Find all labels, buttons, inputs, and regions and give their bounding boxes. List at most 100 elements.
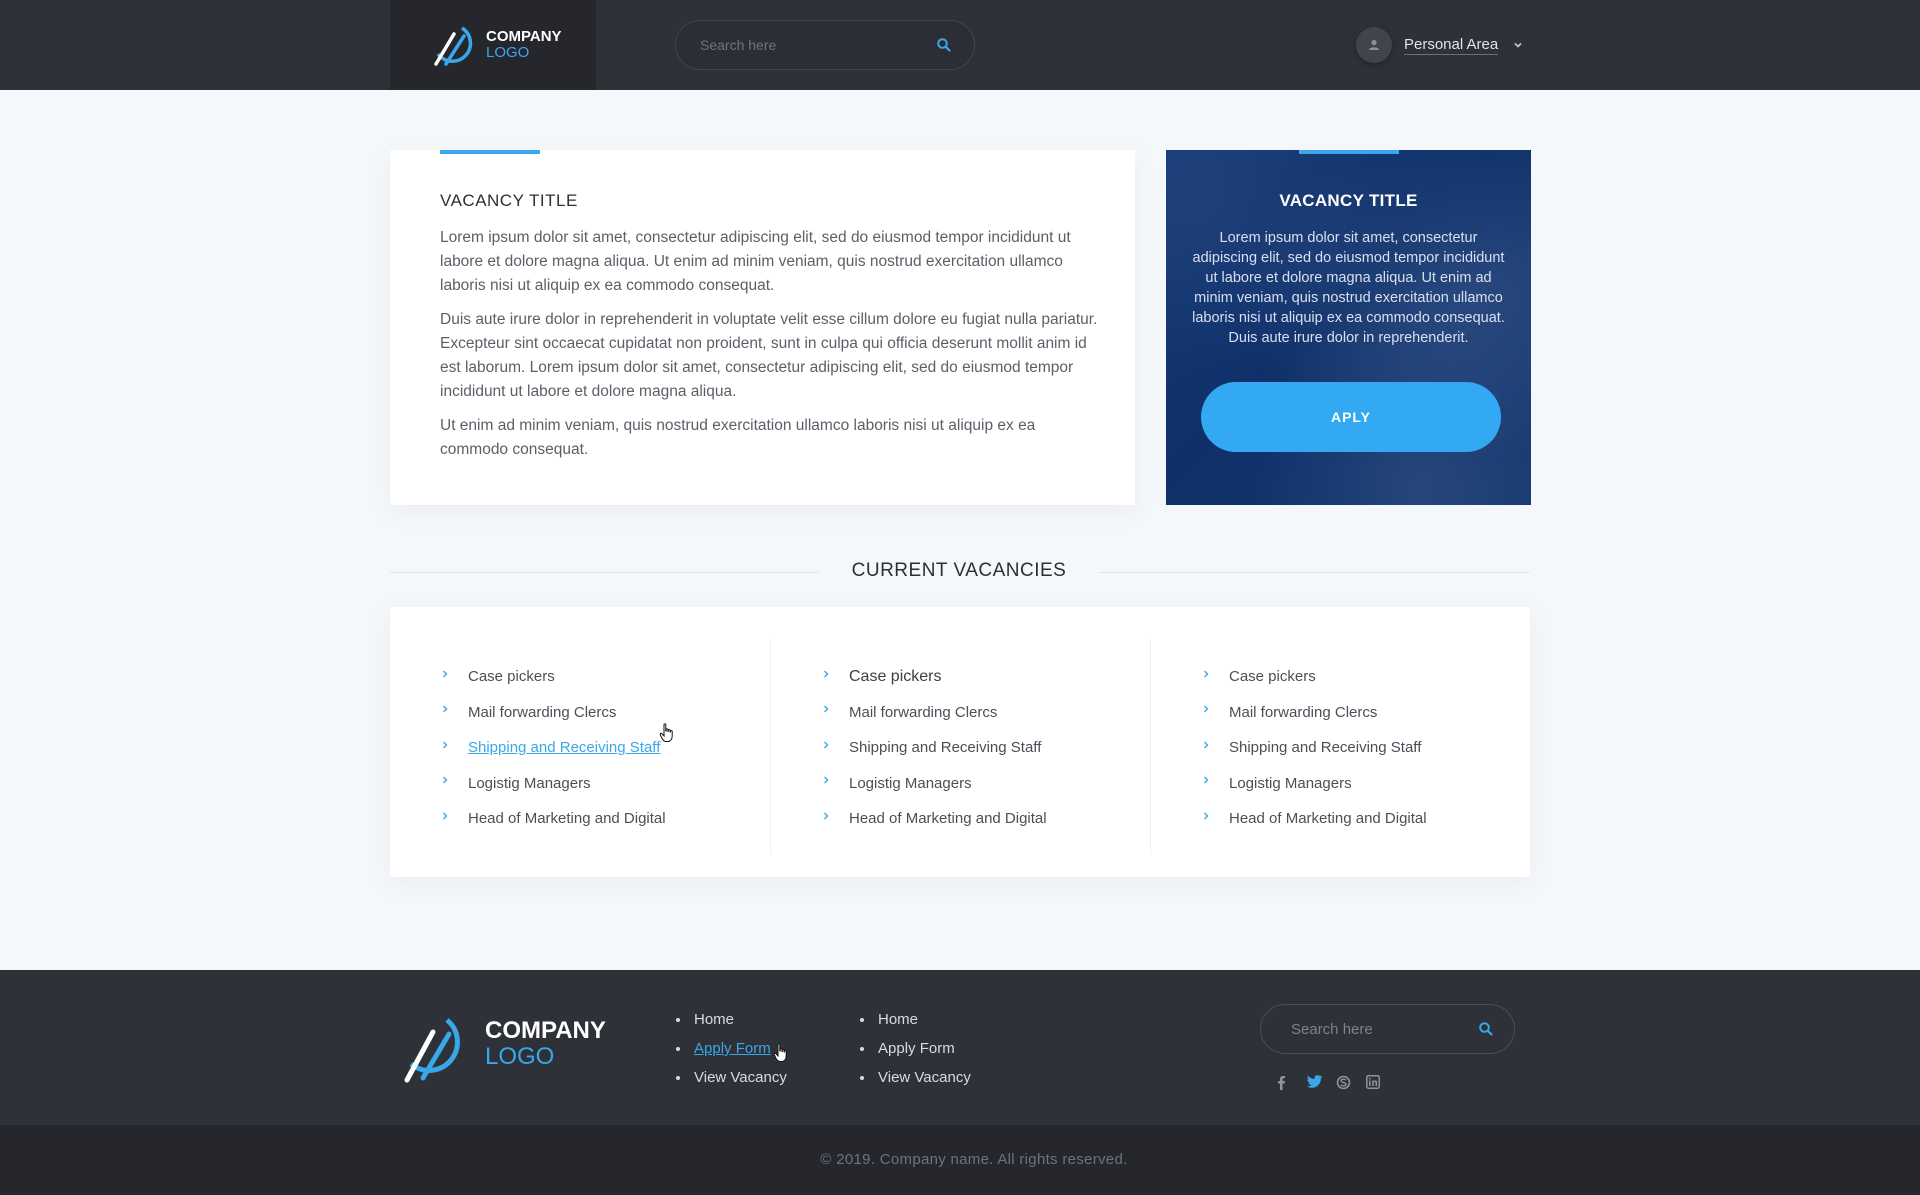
vacancy-link[interactable]: Mail forwarding Clercs [821,695,1047,731]
footer-link-label: Home [878,1011,919,1028]
vacancy-column-3: Case pickers Mail forwarding Clercs Ship… [1150,639,1530,854]
vacancy-link-label: Shipping and Receiving Staff [849,739,1042,757]
footer-link-home[interactable]: Home [860,1005,971,1034]
logo-line-company: COMPANY [486,28,562,45]
apply-card: VACANCY TITLE Lorem ipsum dolor sit amet… [1166,150,1531,505]
vacancy-link-label: Mail forwarding Clercs [849,703,998,721]
hand-cursor-icon [773,1043,787,1062]
vacancy-link-label: Case pickers [1229,668,1316,686]
vacancy-column-2: Case pickers Mail forwarding Clercs Ship… [770,639,1150,854]
footer-search-input[interactable] [1291,1019,1471,1039]
current-vacancies-heading: CURRENT VACANCIES [390,556,1530,590]
chevron-right-icon [824,741,829,749]
vacancy-paragraph: Lorem ipsum dolor sit amet, consectetur … [440,229,1071,294]
search-icon[interactable] [1478,1021,1494,1037]
footer-link-view-vacancy[interactable]: View Vacancy [676,1063,787,1092]
vacancy-link[interactable]: Head of Marketing and Digital [1201,801,1427,837]
chevron-right-icon [824,776,829,784]
header-search [675,20,975,70]
divider-line [1098,572,1530,573]
vacancy-link[interactable]: Logistig Managers [1201,766,1427,802]
chevron-right-icon [443,670,448,678]
vacancy-link-label: Mail forwarding Clercs [468,703,617,721]
copyright-bar: © 2019. Company name. All rights reserve… [0,1125,1920,1195]
vacancy-link[interactable]: Logistig Managers [821,766,1047,802]
logo-mark-icon[interactable] [403,1012,465,1084]
apply-card-text: Lorem ipsum dolor sit amet, consectetur … [1192,230,1505,346]
top-header: COMPANY LOGO Personal Area [0,0,1920,90]
copyright-text: © 2019. Company name. All rights reserve… [820,1151,1128,1168]
bullet-icon [676,1075,680,1080]
vacancy-paragraph: Duis aute irure dolor in reprehenderit i… [440,311,1098,400]
header-search-input[interactable] [700,35,920,55]
chevron-right-icon [443,776,448,784]
footer-link-home[interactable]: Home [676,1005,787,1034]
vacancy-link-label: Logistig Managers [1229,774,1352,792]
footer-link-apply-form[interactable]: Apply Form [676,1034,787,1063]
chevron-down-icon[interactable] [1512,39,1524,51]
vacancy-title: VACANCY TITLE [440,191,578,210]
footer-link-apply-form[interactable]: Apply Form [860,1034,971,1063]
vacancy-link-label: Logistig Managers [849,774,972,792]
vacancy-link[interactable]: Case pickers [1201,659,1427,695]
site-footer: COMPANY LOGO Home Apply Form View Vacanc… [0,970,1920,1125]
search-icon[interactable] [936,37,952,53]
vacancy-link-label: Shipping and Receiving Staff [468,739,661,757]
vacancy-link[interactable]: Head of Marketing and Digital [821,801,1047,837]
apply-button[interactable]: APLY [1201,382,1501,452]
personal-area-menu[interactable]: Personal Area [1356,27,1524,63]
vacancy-description: Lorem ipsum dolor sit amet, consectetur … [440,226,1100,472]
chevron-right-icon [1204,741,1209,749]
user-icon [1369,39,1379,50]
footer-link-label: View Vacancy [878,1069,971,1086]
section-title: CURRENT VACANCIES [851,560,1067,581]
vacancy-link[interactable]: Shipping and Receiving Staff [1201,730,1427,766]
vacancy-link-label: Case pickers [468,668,555,686]
vacancy-column-1: Case pickers Mail forwarding Clercs Ship… [390,639,770,854]
vacancy-link[interactable]: Logistig Managers [440,766,666,802]
apply-card-title: VACANCY TITLE [1279,191,1418,210]
bullet-icon [860,1046,864,1051]
vacancy-link-label: Mail forwarding Clercs [1229,703,1378,721]
vacancy-link[interactable]: Mail forwarding Clercs [1201,695,1427,731]
vacancy-paragraph: Ut enim ad minim veniam, quis nostrud ex… [440,417,1036,458]
personal-area-label[interactable]: Personal Area [1404,36,1499,55]
footer-links-column-2: Home Apply Form View Vacancy [860,1005,971,1092]
footer-link-label: Home [694,1011,735,1028]
vacancy-link[interactable]: Mail forwarding Clercs [440,695,666,731]
chevron-right-icon [1204,670,1209,678]
avatar[interactable] [1356,27,1392,63]
vacancy-link[interactable]: Case pickers [821,659,1047,695]
logo-text: COMPANY LOGO [486,29,562,61]
linkedin-icon[interactable] [1366,1072,1396,1092]
footer-link-label: Apply Form [694,1040,771,1057]
vacancy-link[interactable]: Head of Marketing and Digital [440,801,666,837]
footer-search [1260,1004,1515,1054]
vacancy-link-label: Shipping and Receiving Staff [1229,739,1422,757]
facebook-icon[interactable] [1276,1072,1306,1092]
vacancy-link-label: Case pickers [849,667,942,685]
chevron-right-icon [1204,812,1209,820]
vacancy-link-hovered[interactable]: Shipping and Receiving Staff [440,730,666,766]
vacancy-link[interactable]: Case pickers [440,659,666,695]
company-logo[interactable]: COMPANY LOGO [390,0,596,90]
logo-line-logo: LOGO [485,1043,555,1070]
footer-link-view-vacancy[interactable]: View Vacancy [860,1063,971,1092]
chevron-right-icon [443,705,448,713]
logo-mark-icon [434,26,473,66]
vacancies-list-card: Case pickers Mail forwarding Clercs Ship… [390,607,1530,877]
card-accent-bar [440,150,540,154]
bullet-icon [676,1046,680,1051]
chevron-right-icon [824,670,829,678]
vacancy-link[interactable]: Shipping and Receiving Staff [821,730,1047,766]
chevron-right-icon [1204,705,1209,713]
hand-cursor-icon [659,723,673,742]
chevron-right-icon [443,812,448,820]
vacancy-link-label: Head of Marketing and Digital [849,810,1047,828]
footer-links-column-1: Home Apply Form View Vacancy [676,1005,787,1092]
footer-logo-text[interactable]: COMPANY LOGO [485,1018,606,1070]
skype-icon[interactable] [1336,1072,1366,1092]
twitter-icon[interactable] [1306,1072,1336,1092]
chevron-right-icon [824,812,829,820]
vacancy-link-label: Logistig Managers [468,774,591,792]
